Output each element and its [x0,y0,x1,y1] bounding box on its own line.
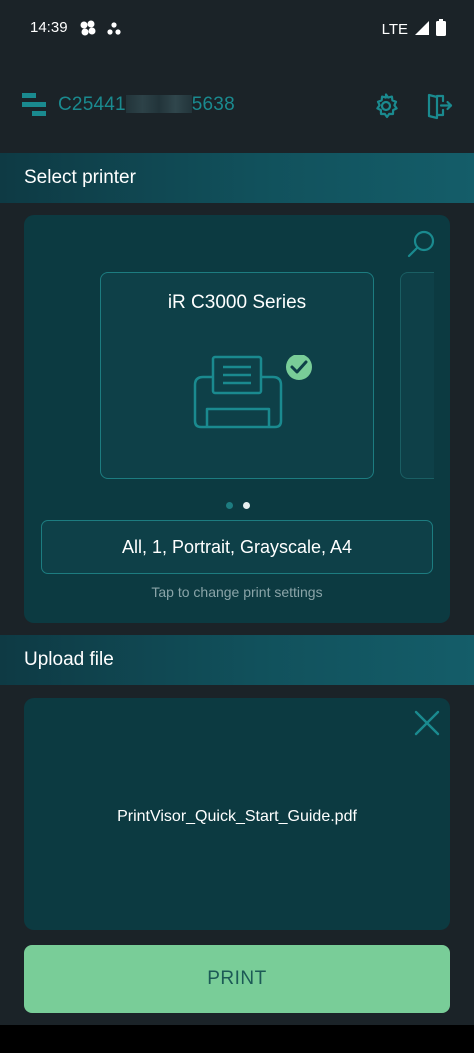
printer-panel: iR C3000 Series All, 1, Portrait, Graysc… [24,215,450,623]
account-id-redaction [125,95,192,113]
status-time: 14:39 [30,19,68,36]
status-indicators: LTE [382,19,446,40]
printer-name: iR C3000 Series [167,292,307,313]
upload-file-header: Upload file [0,635,474,685]
search-icon[interactable] [406,229,436,259]
next-printer-card[interactable] [400,272,434,479]
file-name: PrintVisor_Quick_Start_Guide.pdf [117,808,357,825]
navigation-bar [0,1025,474,1053]
signal-icon [414,20,430,40]
account-id: C25441 5638 [58,94,235,116]
print-settings-button[interactable]: All, 1, Portrait, Grayscale, A4 [41,520,433,574]
print-settings-hint: Tap to change print settings [151,584,323,600]
notification-dots-icon [80,20,124,41]
select-printer-title: Select printer [24,167,136,188]
printer-card[interactable]: iR C3000 Series [100,272,374,479]
pager-dot-active[interactable] [243,502,250,509]
status-bar: 14:39 LTE [0,0,474,56]
logout-icon[interactable] [425,92,453,120]
upload-panel[interactable]: PrintVisor_Quick_Start_Guide.pdf [24,698,450,930]
select-printer-header: Select printer [0,153,474,203]
pager-dot[interactable] [226,502,233,509]
print-button[interactable]: PRINT [24,945,450,1013]
battery-icon [436,19,446,40]
app-header: C25441 5638 [0,72,474,136]
app-screen: 14:39 LTE C25441 5638 Select printer iR … [0,0,474,1053]
app-logo-icon [22,92,48,123]
upload-file-title: Upload file [24,649,114,670]
carousel-pager [226,502,250,509]
network-label: LTE [381,21,408,38]
gear-icon[interactable] [372,92,400,120]
close-icon[interactable] [414,710,440,736]
account-id-prefix: C25441 [58,94,126,115]
printer-icon [193,354,313,440]
account-id-suffix: 5638 [191,94,235,115]
